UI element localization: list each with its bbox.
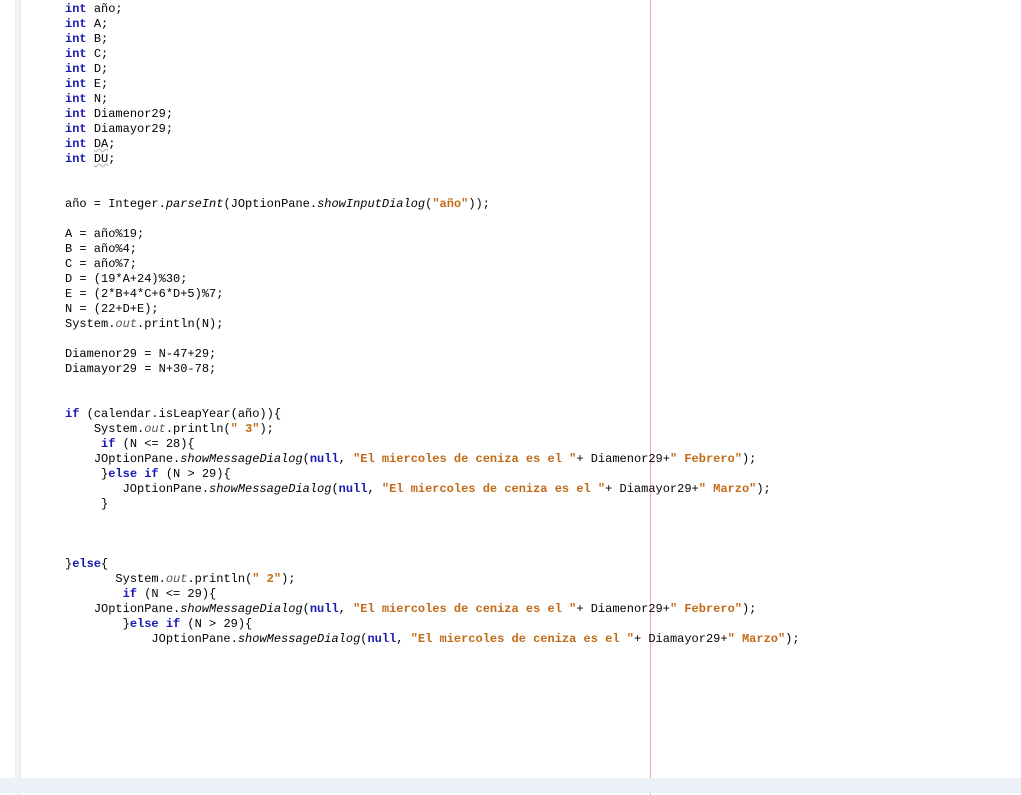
- string-ano: "año": [432, 197, 468, 211]
- cond-leapyear: (calendar.isLeapYear(año)){: [79, 407, 281, 421]
- line-N: N = (22+D+E);: [65, 302, 159, 316]
- code-editor[interactable]: int año; int A; int B; int C; int D; int…: [21, 0, 800, 647]
- line-C: C = año%7;: [65, 257, 137, 271]
- unused-var-DU: DU: [94, 152, 108, 166]
- string-febrero: " Febrero": [670, 452, 742, 466]
- method-parseInt: parseInt: [166, 197, 224, 211]
- string-marzo: " Marzo": [699, 482, 757, 496]
- string-3: " 3": [231, 422, 260, 436]
- string-2: " 2": [252, 572, 281, 586]
- line-diamayor: Diamayor29 = N+30-78;: [65, 362, 216, 376]
- method-showMessageDialog: showMessageDialog: [180, 452, 302, 466]
- keyword-else: else: [72, 557, 101, 571]
- line-B: B = año%4;: [65, 242, 137, 256]
- keyword-if: if: [65, 407, 79, 421]
- keyword-elseif: else if: [108, 467, 158, 481]
- line-E: E = (2*B+4*C+6*D+5)%7;: [65, 287, 223, 301]
- field-out: out: [115, 317, 137, 331]
- line-A: A = año%19;: [65, 227, 144, 241]
- current-line-highlight: [0, 778, 1021, 793]
- cond-le28: (N <= 28){: [115, 437, 194, 451]
- keyword-null: null: [310, 452, 339, 466]
- unused-var-DA: DA: [94, 137, 108, 151]
- keyword-int: int: [65, 2, 87, 16]
- string-ceniza: "El miercoles de ceniza es el ": [353, 452, 576, 466]
- cond-le29: (N <= 29){: [137, 587, 216, 601]
- cond-gt29b: (N > 29){: [180, 617, 252, 631]
- var-ano: año: [94, 2, 116, 16]
- line-diamenor: Diamenor29 = N-47+29;: [65, 347, 216, 361]
- gutter-blank: [0, 0, 15, 795]
- line-D: D = (19*A+24)%30;: [65, 272, 187, 286]
- method-showInputDialog: showInputDialog: [317, 197, 425, 211]
- cond-gt29a: (N > 29){: [159, 467, 231, 481]
